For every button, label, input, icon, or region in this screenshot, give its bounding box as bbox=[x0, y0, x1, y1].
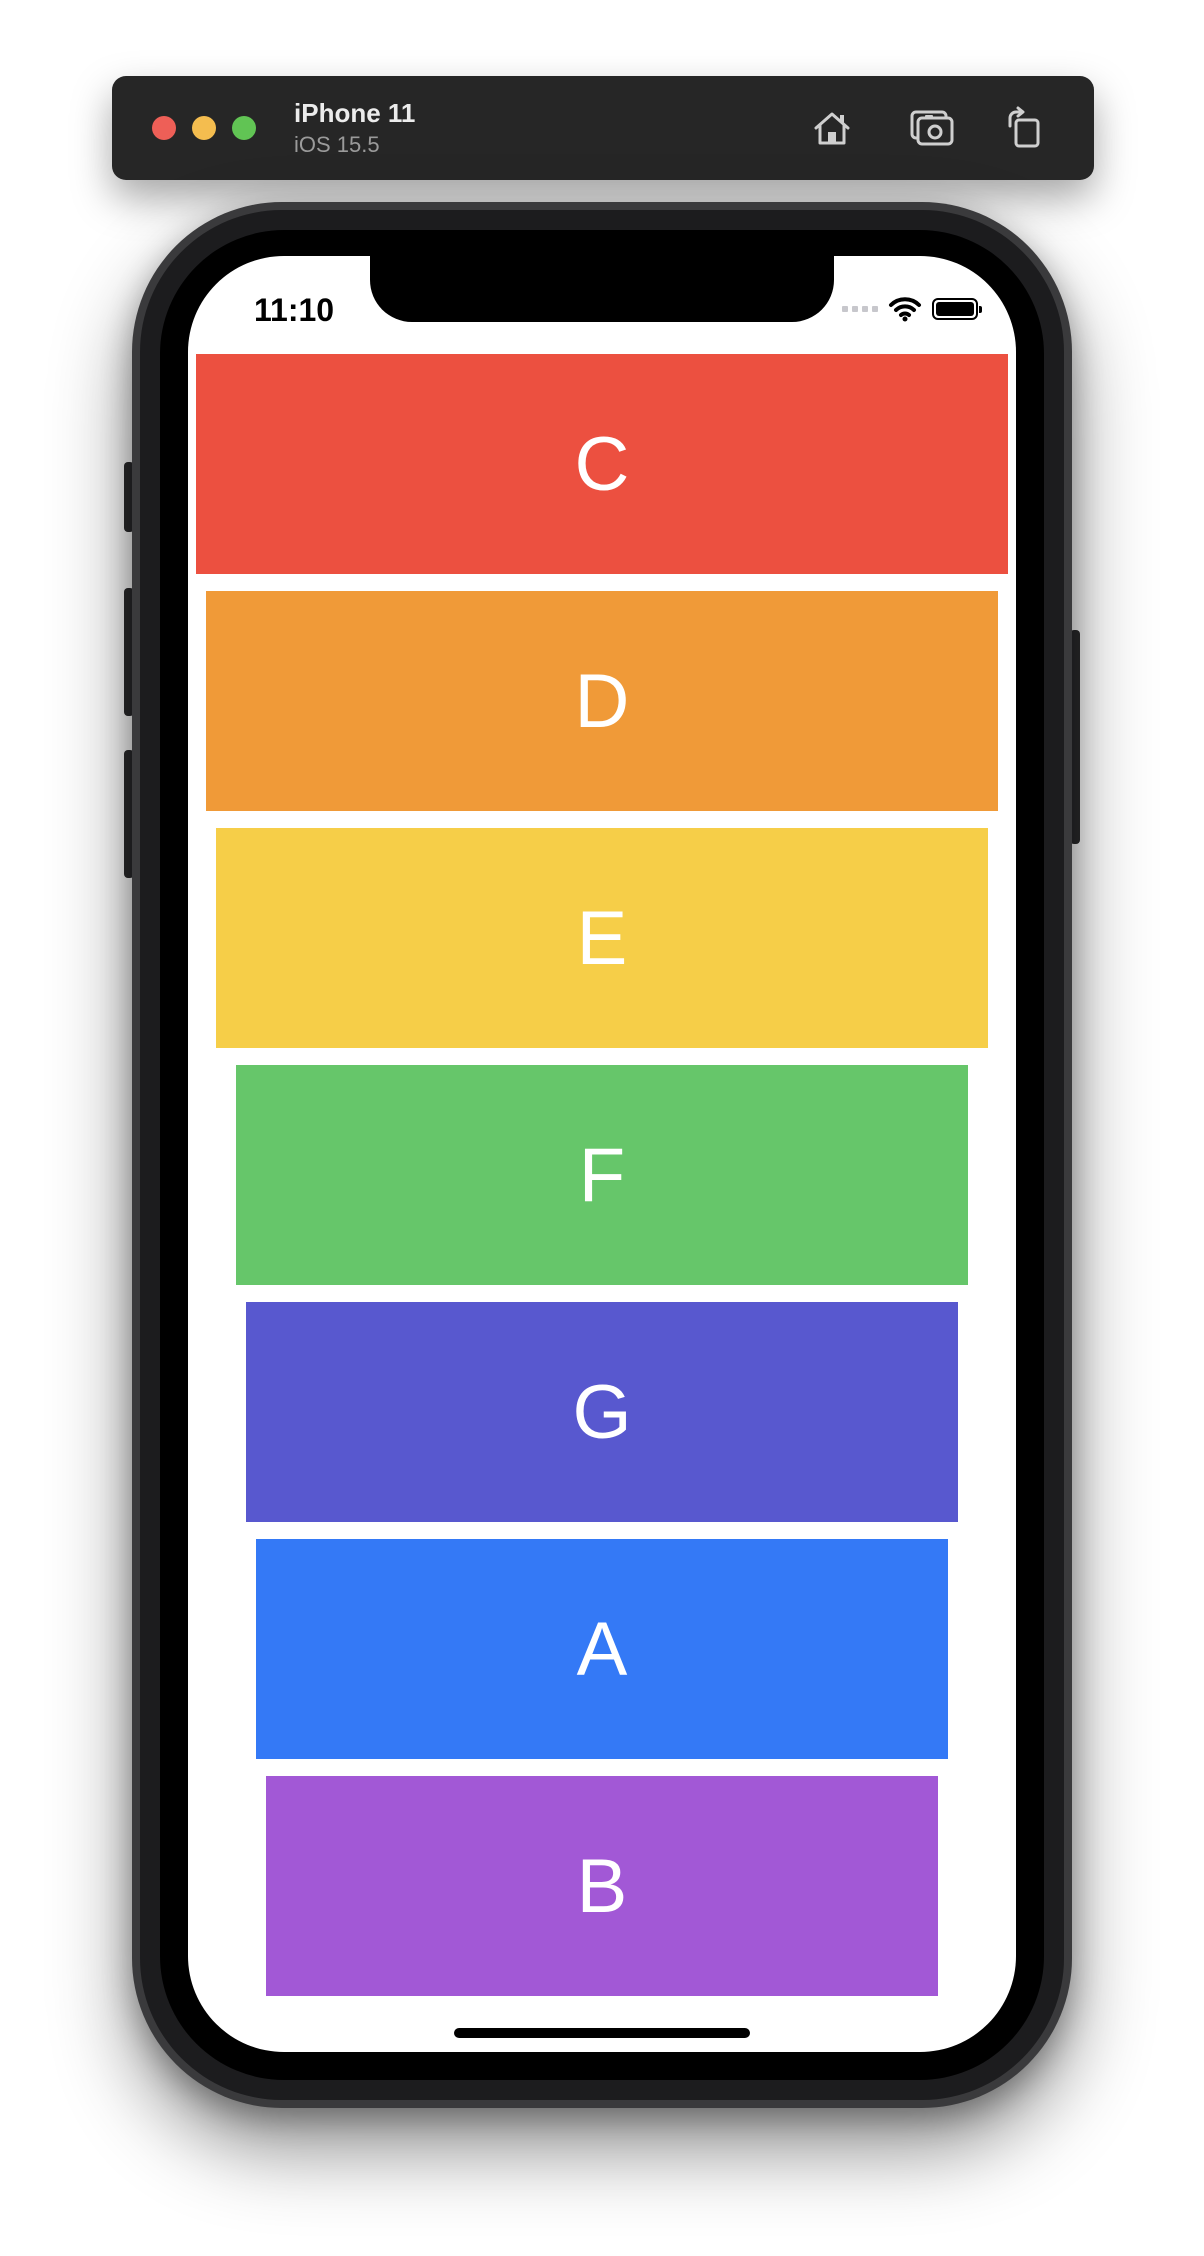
device-screen: C D E F G A B 11:10 bbox=[188, 256, 1016, 2052]
battery-icon bbox=[932, 298, 982, 320]
wifi-icon bbox=[889, 297, 921, 322]
card-g[interactable]: G bbox=[246, 1302, 958, 1522]
card-d[interactable]: D bbox=[206, 591, 998, 811]
simulator-toolbar: iPhone 11 iOS 15.5 bbox=[112, 76, 1094, 180]
card-a[interactable]: A bbox=[256, 1539, 948, 1759]
card-f[interactable]: F bbox=[236, 1065, 968, 1285]
screenshot-icon bbox=[910, 110, 954, 146]
notch bbox=[370, 256, 834, 322]
card-label: C bbox=[574, 421, 630, 507]
card-label: D bbox=[574, 658, 630, 744]
status-indicators bbox=[842, 294, 982, 324]
device-os-version: iOS 15.5 bbox=[294, 132, 380, 157]
rotate-icon bbox=[1008, 106, 1040, 148]
card-e[interactable]: E bbox=[216, 828, 988, 1048]
zoom-window-button[interactable] bbox=[232, 116, 256, 140]
status-time: 11:10 bbox=[254, 292, 335, 328]
card-label: B bbox=[576, 1843, 628, 1929]
card-label: G bbox=[572, 1369, 632, 1455]
device-name: iPhone 11 bbox=[294, 98, 416, 128]
home-icon bbox=[814, 112, 850, 145]
card-label: A bbox=[576, 1606, 628, 1692]
card-label: F bbox=[578, 1132, 626, 1218]
card-label: E bbox=[576, 895, 628, 981]
home-button[interactable] bbox=[806, 102, 858, 154]
home-indicator[interactable] bbox=[454, 2028, 750, 2038]
card-c[interactable]: C bbox=[196, 354, 1008, 574]
close-window-button[interactable] bbox=[152, 116, 176, 140]
card-b[interactable]: B bbox=[266, 1776, 938, 1996]
card-stack: C D E F G A B bbox=[188, 256, 1016, 2052]
cellular-signal-icon bbox=[842, 306, 878, 312]
minimize-window-button[interactable] bbox=[192, 116, 216, 140]
screenshot-button[interactable] bbox=[906, 102, 958, 154]
simulator-window: iPhone 11 iOS 15.5 C D E F G A B 11:10 bbox=[0, 0, 1204, 2256]
rotate-button[interactable] bbox=[998, 102, 1050, 154]
